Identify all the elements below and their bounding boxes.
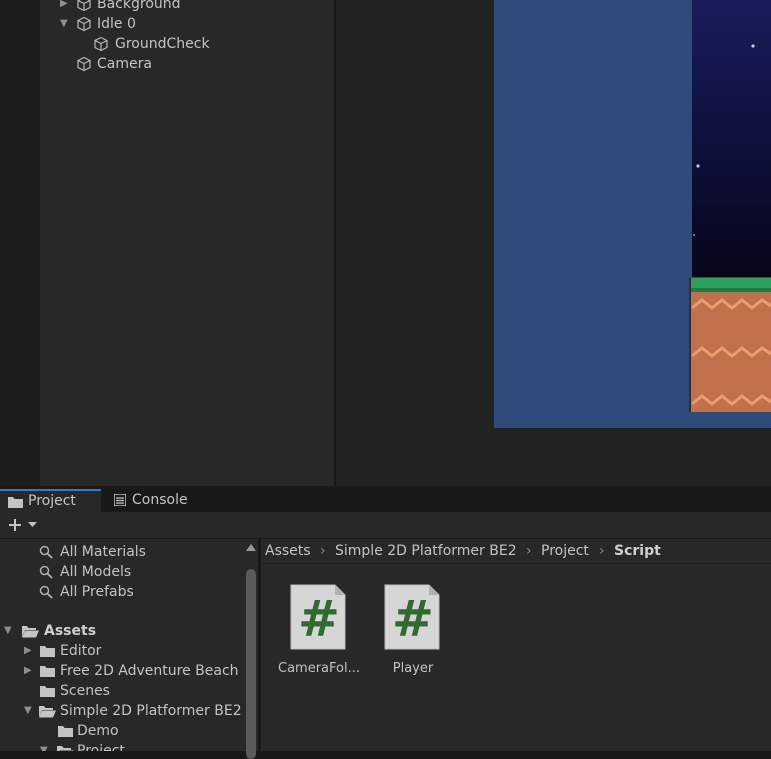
gameobject-cube-icon	[77, 0, 91, 12]
hierarchy-item-label: Idle 0	[97, 16, 136, 32]
collapse-arrow-icon[interactable]: ▼	[24, 701, 32, 721]
favorite-all-prefabs[interactable]: All Prefabs	[0, 582, 244, 602]
tree-label: Free 2D Adventure Beach	[60, 663, 239, 679]
hierarchy-item-label: Background	[97, 0, 181, 12]
ground-tile-sprite	[689, 278, 771, 412]
hierarchy-item-groundcheck[interactable]: GroundCheck	[40, 34, 334, 54]
search-icon	[39, 545, 53, 559]
tree-item-free-2d-adventure-beach[interactable]: ▶ Free 2D Adventure Beach	[0, 661, 244, 681]
search-icon	[39, 585, 53, 599]
asset-camera-follow-script[interactable]: # CameraFol...	[278, 581, 360, 681]
tab-console[interactable]: Console	[104, 489, 204, 512]
project-toolbar	[0, 512, 771, 539]
search-icon	[39, 565, 53, 579]
tab-label: Project	[28, 493, 76, 509]
plus-icon	[9, 519, 21, 531]
favorite-label: All Prefabs	[60, 584, 134, 600]
open-folder-icon	[22, 626, 39, 638]
breadcrumb-current-script[interactable]: Script	[614, 541, 661, 561]
breadcrumb: Assets › Simple 2D Platformer BE2 › Proj…	[261, 539, 771, 564]
expand-arrow-icon[interactable]: ▶	[24, 641, 32, 661]
breadcrumb-separator-icon: ›	[599, 543, 605, 559]
collapse-arrow-icon[interactable]: ▼	[60, 14, 72, 34]
console-list-icon	[114, 494, 126, 506]
project-folder-tree: All Materials All Models All Prefabs ▼ A…	[0, 539, 244, 751]
tree-item-demo[interactable]: Demo	[0, 721, 244, 741]
hierarchy-item-idle-0[interactable]: ▼ Idle 0	[40, 14, 334, 34]
breadcrumb-separator-icon: ›	[320, 543, 326, 559]
scroll-up-arrow-icon[interactable]	[246, 544, 256, 551]
left-toolbar-strip	[0, 0, 40, 486]
tree-label: Demo	[77, 723, 119, 739]
tree-item-editor[interactable]: ▶ Editor	[0, 641, 244, 661]
stars-decoration	[693, 44, 755, 236]
open-folder-icon	[57, 746, 74, 751]
breadcrumb-item-project[interactable]: Project	[541, 541, 589, 561]
tree-label: Assets	[44, 623, 97, 639]
folder-icon	[8, 497, 23, 508]
folder-icon	[40, 646, 55, 657]
favorite-all-materials[interactable]: All Materials	[0, 542, 244, 562]
scrollbar-thumb[interactable]	[246, 569, 256, 759]
folder-icon	[40, 666, 55, 677]
tab-label: Console	[132, 492, 188, 508]
asset-label: CameraFol...	[278, 661, 360, 676]
project-tab-bar: Project Console	[0, 489, 771, 512]
tree-label: Editor	[60, 643, 102, 659]
tree-item-assets[interactable]: ▼ Assets	[0, 621, 244, 641]
hierarchy-item-label: Camera	[97, 56, 152, 72]
gameobject-cube-icon	[77, 56, 91, 72]
asset-player-script[interactable]: # Player	[373, 581, 453, 681]
expand-arrow-icon[interactable]: ▶	[24, 661, 32, 681]
tree-scrollbar[interactable]	[244, 539, 258, 759]
triangle-down-icon	[28, 522, 37, 527]
gameobject-cube-icon	[94, 36, 108, 52]
background-sprite	[692, 0, 771, 277]
tree-label: Project	[77, 743, 125, 751]
tree-item-project[interactable]: ▼ Project	[0, 741, 244, 751]
breadcrumb-separator-icon: ›	[526, 543, 532, 559]
collapse-arrow-icon[interactable]: ▼	[40, 741, 48, 751]
hierarchy-item-camera[interactable]: Camera	[40, 54, 334, 74]
folder-icon	[40, 686, 55, 697]
favorite-label: All Materials	[60, 544, 146, 560]
collapse-arrow-icon[interactable]: ▼	[4, 621, 12, 641]
create-dropdown-button[interactable]	[6, 516, 42, 534]
project-asset-area: Assets › Simple 2D Platformer BE2 › Proj…	[261, 539, 771, 751]
tab-project[interactable]: Project	[0, 489, 101, 512]
favorite-all-models[interactable]: All Models	[0, 562, 244, 582]
tree-label: Simple 2D Platformer BE2	[60, 703, 242, 719]
script-hash-glyph: #	[392, 590, 434, 648]
scene-view[interactable]	[336, 0, 771, 486]
breadcrumb-item-simple-2d-platformer-be2[interactable]: Simple 2D Platformer BE2	[335, 541, 517, 561]
favorite-label: All Models	[60, 564, 132, 580]
expand-arrow-icon[interactable]: ▶	[60, 0, 72, 14]
hierarchy-item-background[interactable]: ▶ Background	[40, 0, 334, 14]
hierarchy-panel: ▶ Background ▼ Idle 0 GroundCheck Camera	[40, 0, 334, 486]
asset-label: Player	[392, 661, 434, 676]
breadcrumb-item-assets[interactable]: Assets	[265, 541, 311, 561]
tree-label: Scenes	[60, 683, 110, 699]
folder-icon	[58, 726, 73, 737]
tree-item-scenes[interactable]: Scenes	[0, 681, 244, 701]
hierarchy-item-label: GroundCheck	[115, 36, 210, 52]
open-folder-icon	[39, 706, 56, 718]
script-hash-glyph: #	[298, 590, 340, 648]
gameobject-cube-icon	[77, 16, 91, 32]
tree-item-simple-2d-platformer-be2[interactable]: ▼ Simple 2D Platformer BE2	[0, 701, 244, 721]
